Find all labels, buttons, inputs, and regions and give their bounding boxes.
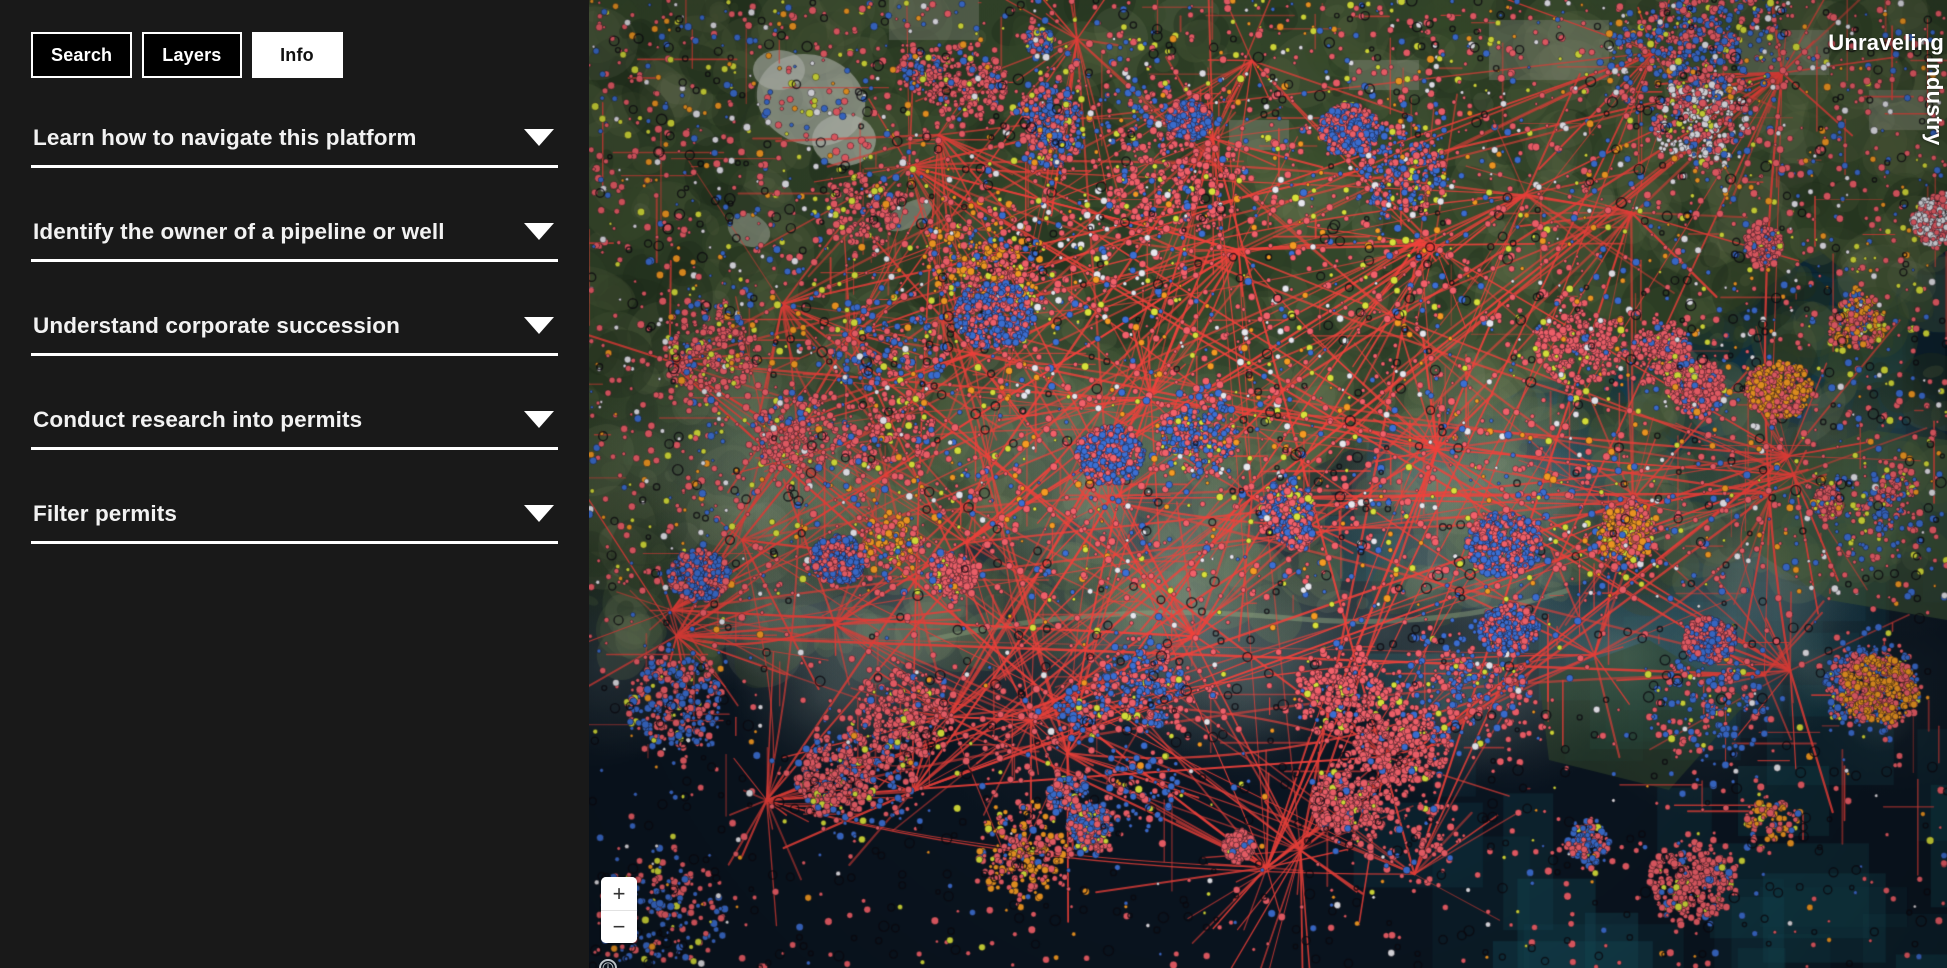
chevron-down-icon[interactable] <box>524 223 554 240</box>
accordion-item-navigate: Learn how to navigate this platform <box>31 116 558 168</box>
accordion-header-filter[interactable]: Filter permits <box>31 500 558 544</box>
accordion-header-owner[interactable]: Identify the owner of a pipeline or well <box>31 218 558 262</box>
chevron-down-icon[interactable] <box>524 317 554 334</box>
info-circle-icon[interactable]: ⓘ <box>599 959 617 968</box>
zoom-out-button[interactable]: − <box>601 910 637 943</box>
chevron-down-icon[interactable] <box>524 411 554 428</box>
accordion-header-navigate[interactable]: Learn how to navigate this platform <box>31 124 558 168</box>
sidebar-tab-bar: Search Layers Info <box>0 0 589 78</box>
accordion-header-succession[interactable]: Understand corporate succession <box>31 312 558 356</box>
application-root: Search Layers Info Learn how to navigate… <box>0 0 1947 968</box>
zoom-in-button[interactable]: + <box>601 877 637 910</box>
accordion-label-filter: Filter permits <box>33 501 177 526</box>
accordion-item-permits: Conduct research into permits <box>31 398 558 450</box>
accordion-label-succession: Understand corporate succession <box>33 313 400 338</box>
map-zoom-controls: + − <box>601 877 637 943</box>
accordion-item-owner: Identify the owner of a pipeline or well <box>31 210 558 262</box>
accordion-header-permits[interactable]: Conduct research into permits <box>31 406 558 450</box>
sidebar-panel: Search Layers Info Learn how to navigate… <box>0 0 589 968</box>
map-attribution[interactable]: ⓘ <box>599 959 624 968</box>
tab-layers[interactable]: Layers <box>142 32 242 78</box>
accordion-label-owner: Identify the owner of a pipeline or well <box>33 219 445 244</box>
tab-info[interactable]: Info <box>251 32 343 78</box>
accordion-item-filter: Filter permits <box>31 492 558 544</box>
info-accordion-list: Learn how to navigate this platform Iden… <box>0 116 589 544</box>
map-satellite-canvas[interactable] <box>589 0 1947 968</box>
accordion-item-succession: Understand corporate succession <box>31 304 558 356</box>
accordion-label-permits: Conduct research into permits <box>33 407 363 432</box>
chevron-down-icon[interactable] <box>524 129 554 146</box>
accordion-label-navigate: Learn how to navigate this platform <box>33 125 417 150</box>
map-viewport[interactable]: Unraveling Industry + − ⓘ <box>589 0 1947 968</box>
chevron-down-icon[interactable] <box>524 505 554 522</box>
tab-search[interactable]: Search <box>31 32 133 78</box>
